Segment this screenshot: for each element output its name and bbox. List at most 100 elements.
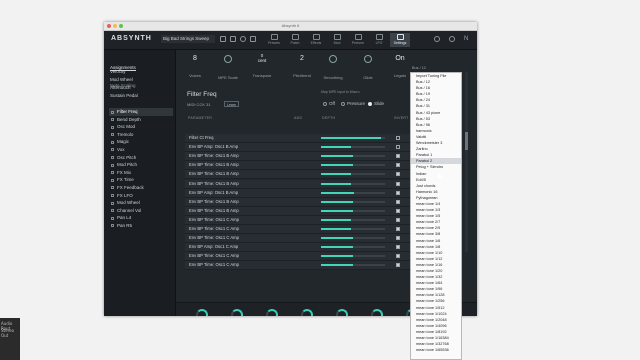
depth-slider[interactable]	[321, 218, 385, 221]
glide-param[interactable]: Glide	[354, 53, 382, 80]
tab-mod[interactable]: Mod	[327, 33, 347, 47]
invert-checkbox[interactable]	[396, 181, 400, 186]
invert-checkbox[interactable]	[396, 236, 400, 241]
macro-list-item[interactable]: Filter Freq	[109, 108, 173, 116]
dropdown-scrollbar[interactable]	[465, 72, 468, 252]
macro-list-item[interactable]: Magic	[109, 138, 173, 146]
learn-button[interactable]: Learn	[224, 101, 239, 107]
macro-list-item[interactable]: FX Mix	[109, 169, 173, 177]
source-item[interactable]: Velocity	[110, 68, 172, 76]
macro-knob[interactable]: Tremolo	[293, 309, 321, 316]
depth-slider[interactable]	[321, 182, 385, 185]
macro-knob[interactable]: Filter Freq	[188, 309, 216, 316]
invert-checkbox[interactable]	[396, 199, 400, 204]
invert-checkbox[interactable]	[396, 163, 400, 168]
assignment-row[interactable]: Env BP Time: Osc1 C Amp	[185, 225, 410, 234]
invert-checkbox[interactable]	[396, 172, 400, 177]
depth-slider[interactable]	[321, 255, 385, 258]
dropdown-option[interactable]: mean tone 1/65536	[411, 347, 461, 353]
tab-settings[interactable]: Settings	[390, 33, 410, 47]
invert-checkbox[interactable]	[396, 190, 400, 195]
assignment-row[interactable]: Env BP Time: Osc1 B Amp	[185, 152, 410, 162]
tab-presets[interactable]: Presets	[264, 33, 284, 47]
macro-list-item[interactable]: Vox	[109, 146, 173, 154]
source-item[interactable]: Mod Wheel	[110, 76, 172, 84]
assignment-row[interactable]: Env BP Time: Osc1 B Amp	[185, 197, 410, 207]
scrollbar-thumb[interactable]	[465, 132, 468, 150]
assignment-row[interactable]: Env BP Time: Osc1 B Amp	[185, 179, 410, 189]
tab-lfo[interactable]: LFO	[369, 33, 389, 47]
assignment-row[interactable]: Env BP Time: Osc1 B Amp	[185, 161, 410, 171]
macro-list-item[interactable]: Mod Wheel	[109, 199, 173, 207]
knob-dial-icon[interactable]	[371, 309, 383, 316]
depth-slider[interactable]	[321, 155, 385, 158]
mpe-option-slide[interactable]: Slide	[368, 101, 384, 106]
tuning-select[interactable]: Bus / 12	[412, 65, 440, 71]
tab-perform[interactable]: Perform	[348, 33, 368, 47]
smoothing-knob[interactable]	[329, 55, 337, 63]
assignment-row[interactable]: Env BP Time: Osc1 C Amp	[185, 261, 410, 271]
depth-slider[interactable]	[321, 191, 385, 194]
knob-dial-icon[interactable]	[231, 309, 243, 316]
invert-checkbox[interactable]	[396, 254, 400, 259]
assignment-row[interactable]: Env BP Time: Osc1 C Amp	[185, 234, 410, 244]
transpose-param[interactable]: 0 cent Transpose	[248, 53, 276, 78]
assignment-row[interactable]: Env BP Time: Osc1 B Amp	[185, 170, 410, 180]
volume-knob-icon[interactable]	[434, 36, 440, 42]
depth-slider[interactable]	[321, 173, 385, 176]
knob-dial-icon[interactable]	[301, 309, 313, 316]
mpe-scale-param[interactable]: MPE Scale	[214, 53, 242, 80]
depth-slider[interactable]	[321, 228, 385, 230]
settings-icon[interactable]	[240, 36, 246, 42]
mpe-option-pressure[interactable]: Pressure	[341, 101, 365, 106]
depth-slider[interactable]	[321, 146, 385, 149]
voices-param[interactable]: 8 Voices	[181, 53, 209, 78]
macro-list-item[interactable]: Osc Mod	[109, 123, 173, 131]
source-item[interactable]: Sustain Pedal	[110, 92, 172, 100]
depth-slider[interactable]	[321, 209, 385, 212]
invert-checkbox[interactable]	[396, 217, 400, 222]
depth-slider[interactable]	[321, 237, 385, 240]
glide-knob[interactable]	[364, 55, 372, 63]
assignment-row[interactable]: Env BP Amp: Osc1 C Amp	[185, 243, 410, 253]
invert-checkbox[interactable]	[396, 227, 400, 231]
prev-preset-icon[interactable]	[250, 36, 256, 42]
save-icon[interactable]	[220, 36, 226, 42]
depth-slider[interactable]	[321, 200, 385, 203]
macro-list-item[interactable]: Pan R5	[109, 222, 173, 230]
macro-list-item[interactable]: Mod Pitch	[109, 161, 173, 169]
invert-checkbox[interactable]	[396, 145, 400, 150]
pitchbend-param[interactable]: 2 Pitchbend	[288, 53, 316, 78]
assignment-row[interactable]: Env BP Time: Osc1 B Amp	[185, 206, 410, 216]
macro-list-item[interactable]: Channel Vol	[109, 207, 173, 215]
browse-icon[interactable]	[230, 36, 236, 42]
mpe-option-off[interactable]: Off	[323, 101, 335, 106]
invert-checkbox[interactable]	[396, 263, 400, 268]
smoothing-param[interactable]: Smoothing	[319, 53, 347, 80]
depth-slider[interactable]	[321, 264, 385, 267]
depth-slider[interactable]	[321, 246, 385, 249]
assignment-row[interactable]: Env BP Amp: Osc1 B Amp	[185, 143, 410, 153]
tab-patch[interactable]: Patch	[285, 33, 305, 47]
assignment-row[interactable]: Env BP Time: Osc1 C Amp	[185, 252, 410, 262]
knob-dial-icon[interactable]	[266, 309, 278, 316]
preset-name-field[interactable]: Big Bad Strings Sweep	[161, 35, 215, 43]
assignment-row[interactable]: Env BP Time: Osc1 C Amp	[185, 215, 410, 225]
macro-list-item[interactable]: FX Feedback	[109, 184, 173, 192]
knob-dial-icon[interactable]	[196, 309, 208, 316]
macro-list-item[interactable]: Pan L4	[109, 214, 173, 222]
macro-list-item[interactable]: FX LFO	[109, 192, 173, 200]
macro-knob[interactable]: Osc Mod	[258, 309, 286, 316]
macro-knob[interactable]: Vox	[363, 309, 391, 316]
assignment-row[interactable]: Filter Ct Freq	[185, 134, 410, 143]
depth-slider[interactable]	[321, 137, 385, 139]
knob-dial-icon[interactable]	[336, 309, 348, 316]
macro-list-item[interactable]: Bend Depth	[109, 116, 173, 124]
source-item[interactable]: Aftertouch	[110, 84, 172, 92]
macro-list-item[interactable]: Tremolo	[109, 131, 173, 139]
macro-knob[interactable]: Magic	[328, 309, 356, 316]
assignment-row[interactable]: Env BP Amp: Osc1 B Amp	[185, 188, 410, 198]
macro-knob[interactable]: Bend Depth	[223, 309, 251, 316]
invert-checkbox[interactable]	[396, 154, 400, 159]
invert-checkbox[interactable]	[396, 208, 400, 213]
